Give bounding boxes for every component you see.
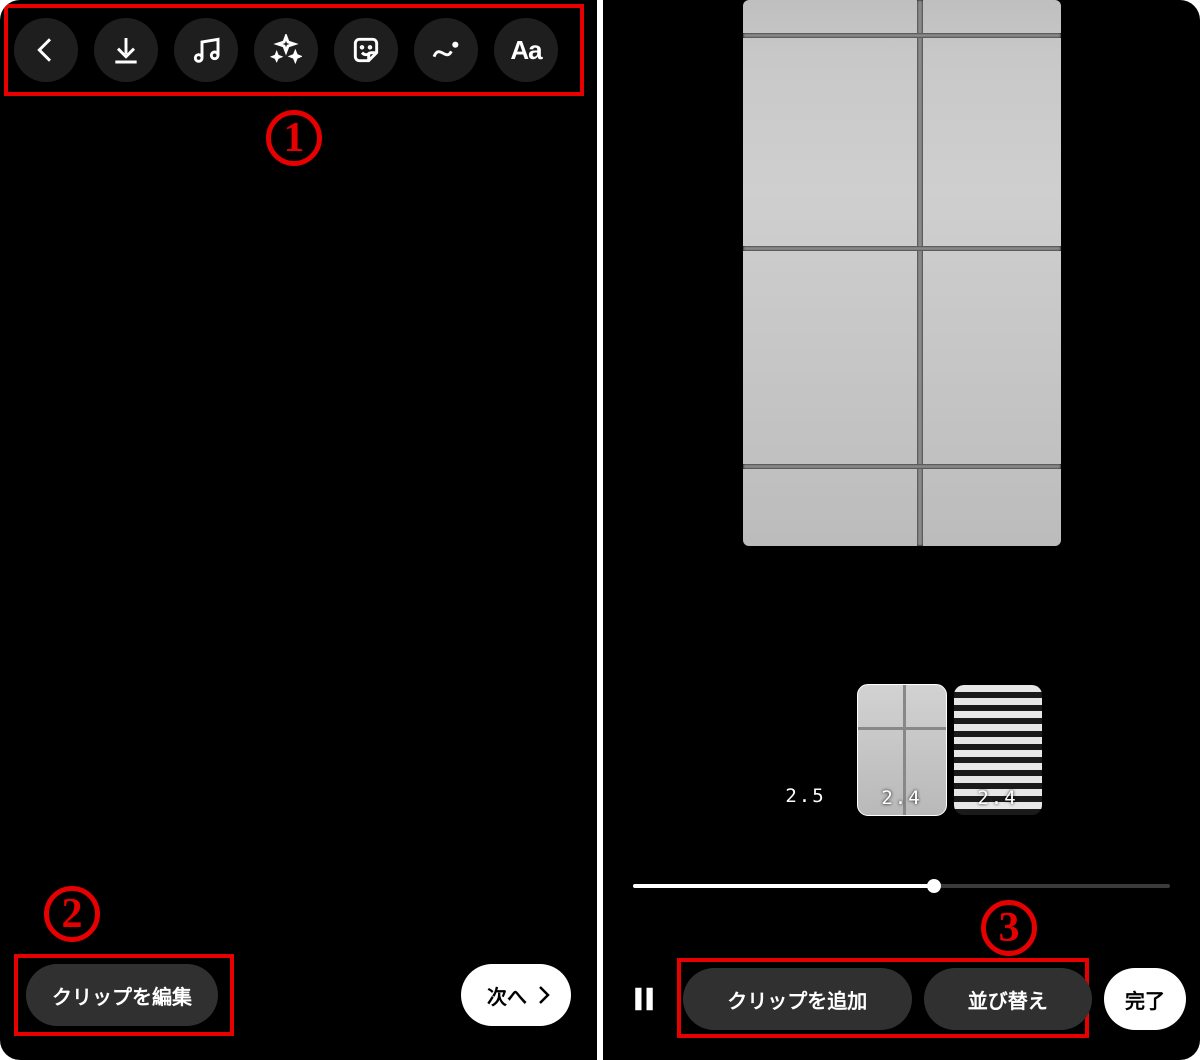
callout-number-2: 2 — [44, 886, 100, 942]
bottom-controls: クリップを追加 並び替え 完了 — [617, 968, 1186, 1030]
timeline-knob[interactable] — [927, 879, 941, 893]
clip-duration-2: 2.4 — [954, 787, 1042, 809]
sticker-button[interactable] — [334, 18, 398, 82]
clip-thumb-1[interactable]: 2.4 — [858, 685, 946, 815]
draw-icon — [430, 34, 462, 66]
sticker-icon — [350, 34, 382, 66]
next-label: 次へ — [487, 981, 527, 1010]
preview-content — [743, 0, 1061, 546]
pause-button[interactable] — [617, 972, 671, 1026]
music-button[interactable] — [174, 18, 238, 82]
clip-duration-1: 2.4 — [858, 787, 946, 809]
effects-button[interactable] — [254, 18, 318, 82]
right-screen: 2.5 2.4 2.4 3 — [603, 0, 1200, 1060]
back-button[interactable] — [14, 18, 78, 82]
text-icon: Aa — [510, 35, 541, 66]
chevron-right-icon — [531, 983, 555, 1007]
callout-number-1: 1 — [266, 110, 322, 166]
clip-thumbnails: 2.5 2.4 2.4 — [603, 685, 1200, 815]
top-toolbar: Aa — [8, 12, 589, 88]
pause-icon — [629, 984, 659, 1014]
download-button[interactable] — [94, 18, 158, 82]
draw-button[interactable] — [414, 18, 478, 82]
add-clip-button[interactable]: クリップを追加 — [683, 968, 912, 1030]
video-preview[interactable] — [743, 0, 1061, 546]
sparkle-icon — [270, 34, 302, 66]
chevron-left-icon — [30, 34, 62, 66]
left-screen: Aa 1 クリップを編集 2 次へ — [0, 0, 597, 1060]
clip-thumb-2[interactable]: 2.4 — [954, 685, 1042, 815]
done-button[interactable]: 完了 — [1104, 968, 1186, 1030]
edit-clips-button[interactable]: クリップを編集 — [26, 964, 218, 1026]
next-button[interactable]: 次へ — [461, 964, 571, 1026]
clip-duration-0: 2.5 — [762, 785, 850, 807]
download-icon — [110, 34, 142, 66]
timeline-slider[interactable] — [633, 884, 1170, 888]
music-icon — [190, 34, 222, 66]
text-button[interactable]: Aa — [494, 18, 558, 82]
reorder-button[interactable]: 並び替え — [924, 968, 1093, 1030]
callout-number-3: 3 — [981, 900, 1037, 956]
timeline-progress — [633, 884, 934, 888]
